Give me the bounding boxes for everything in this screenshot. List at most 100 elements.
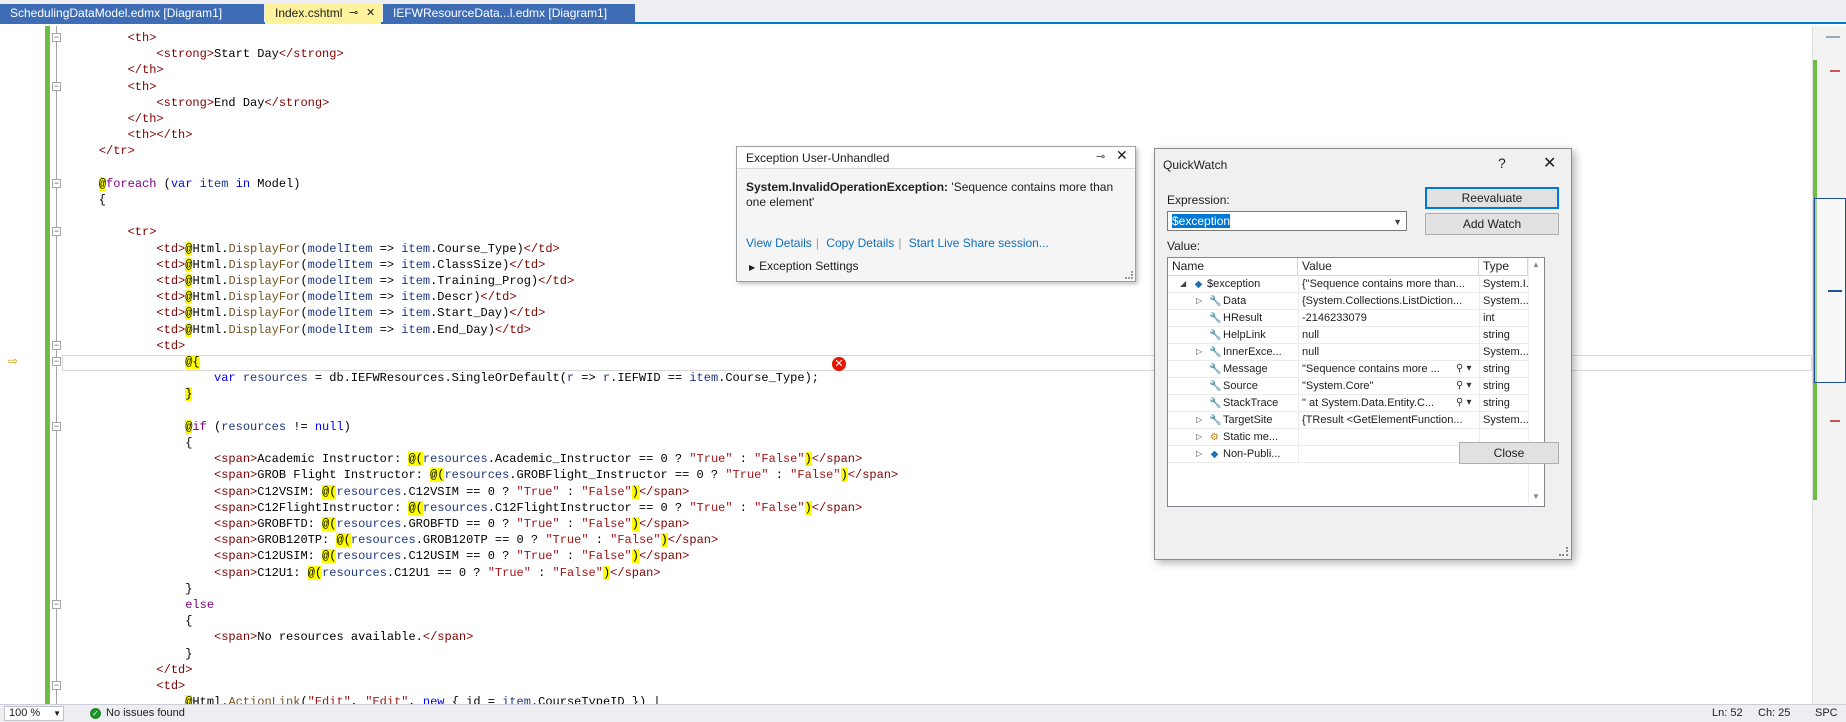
watch-value[interactable]: "System.Core" <box>1302 378 1454 395</box>
code-line[interactable]: else <box>70 597 214 613</box>
code-line[interactable]: } <box>70 646 192 662</box>
code-line[interactable]: } <box>70 386 193 402</box>
watch-value[interactable]: null <box>1302 327 1477 344</box>
code-line[interactable]: <td>@Html.DisplayFor(modelItem => item.S… <box>70 305 545 321</box>
watch-value[interactable]: "Sequence contains more ... <box>1302 361 1454 378</box>
code-line[interactable]: <strong>Start Day</strong> <box>70 46 343 62</box>
code-line[interactable]: <td>@Html.DisplayFor(modelItem => item.D… <box>70 289 517 305</box>
tab-index-cshtml[interactable]: Index.cshtml ⊸ ✕ <box>265 4 381 24</box>
code-line[interactable]: <td>@Html.DisplayFor(modelItem => item.C… <box>70 241 560 257</box>
scroll-down-icon[interactable]: ▼ <box>1532 492 1540 501</box>
reevaluate-button[interactable]: Reevaluate <box>1425 187 1559 209</box>
collapse-icon[interactable]: − <box>52 179 61 188</box>
watch-row[interactable]: 🔧 Source "System.Core" ⚲ ▾ string <box>1168 378 1528 395</box>
issues-status[interactable]: No issues found <box>106 705 185 722</box>
watch-value[interactable]: " at System.Data.Entity.C... <box>1302 395 1454 412</box>
visualizer-icon[interactable]: ⚲ ▾ <box>1456 395 1472 411</box>
close-icon[interactable]: ✕ <box>366 4 375 23</box>
grid-scrollbar[interactable]: ▲ ▼ <box>1528 258 1544 506</box>
collapse-icon[interactable]: − <box>52 681 61 690</box>
collapse-icon[interactable]: − <box>52 82 61 91</box>
watch-value[interactable]: {TResult <GetElementFunction... <box>1302 412 1477 429</box>
column-header-name[interactable]: Name <box>1168 258 1298 276</box>
watch-row[interactable]: ▷ 🔧 TargetSite {TResult <GetElementFunction… <box>1168 412 1528 429</box>
code-line[interactable]: { <box>70 192 106 208</box>
code-line[interactable]: <span>C12USIM: @(resources.C12USIM == 0 … <box>70 548 689 564</box>
expand-triangle-icon[interactable]: ▷ <box>1196 412 1202 428</box>
code-line[interactable]: @if (resources != null) <box>70 419 351 435</box>
watch-value[interactable]: {System.Collections.ListDiction... <box>1302 293 1477 310</box>
watch-value[interactable] <box>1302 429 1477 446</box>
add-watch-button[interactable]: Add Watch <box>1425 213 1559 235</box>
column-number[interactable]: Ch: 25 <box>1758 705 1790 722</box>
watch-value[interactable]: {"Sequence contains more than... <box>1302 276 1477 293</box>
expand-triangle-icon[interactable]: ▷ <box>1196 446 1202 462</box>
code-line[interactable]: <span>GROB Flight Instructor: @(resource… <box>70 467 898 483</box>
watch-row[interactable]: ▷ 🔧 Data {System.Collections.ListDiction...… <box>1168 293 1528 310</box>
collapse-icon[interactable]: − <box>52 600 61 609</box>
code-line[interactable]: </td> <box>70 662 192 678</box>
code-line[interactable]: <span>C12U1: @(resources.C12U1 == 0 ? "T… <box>70 565 661 581</box>
column-header-type[interactable]: Type <box>1479 258 1528 276</box>
code-line[interactable]: { <box>70 435 192 451</box>
view-details-link[interactable]: View Details <box>746 236 812 250</box>
watch-value[interactable]: null <box>1302 344 1477 361</box>
pin-icon[interactable]: ⊸ <box>349 4 358 23</box>
resize-grip-icon[interactable] <box>1559 547 1568 556</box>
code-line[interactable]: @Html.ActionLink("Edit", "Edit", new { i… <box>70 694 661 704</box>
watch-row[interactable]: 🔧 StackTrace " at System.Data.Entity.C... ⚲… <box>1168 395 1528 412</box>
expand-triangle-icon[interactable]: ▷ <box>1196 293 1202 309</box>
code-line[interactable]: <td> <box>70 338 185 354</box>
column-header-value[interactable]: Value <box>1298 258 1479 276</box>
expand-triangle-icon[interactable]: ▷ <box>1196 344 1202 360</box>
expand-triangle-icon[interactable]: ▷ <box>1196 429 1202 445</box>
close-icon[interactable]: ✕ <box>1543 153 1556 172</box>
tab-iefw-resource-data[interactable]: IEFWResourceData...l.edmx [Diagram1] <box>383 4 635 24</box>
code-line[interactable]: <td> <box>70 678 185 694</box>
zoom-dropdown[interactable]: 100 % ▼ <box>4 706 64 721</box>
line-number[interactable]: Ln: 52 <box>1712 705 1743 722</box>
watch-row[interactable]: 🔧 HelpLink null string <box>1168 327 1528 344</box>
code-line[interactable]: <strong>End Day</strong> <box>70 95 329 111</box>
copy-details-link[interactable]: Copy Details <box>826 236 894 250</box>
live-share-link[interactable]: Start Live Share session... <box>909 236 1049 250</box>
code-line[interactable]: <th> <box>70 79 157 95</box>
error-icon[interactable]: ✕ <box>832 357 846 371</box>
code-line[interactable]: <th> <box>70 30 157 46</box>
collapse-icon[interactable]: − <box>52 33 61 42</box>
code-line[interactable]: <span>No resources available.</span> <box>70 629 473 645</box>
code-line[interactable]: <span>GROB120TP: @(resources.GROB120TP =… <box>70 532 718 548</box>
watch-row[interactable]: ▷ 🔧 InnerExce... null System.... <box>1168 344 1528 361</box>
code-line[interactable]: <th></th> <box>70 127 193 143</box>
chevron-down-icon[interactable]: ▼ <box>1393 213 1402 231</box>
code-line[interactable]: <span>C12FlightInstructor: @(resources.C… <box>70 500 862 516</box>
code-line[interactable]: <tr> <box>70 224 157 240</box>
expression-value[interactable]: $exception <box>1172 214 1231 228</box>
code-line[interactable]: </th> <box>70 62 164 78</box>
code-line[interactable]: { <box>70 613 192 629</box>
visualizer-icon[interactable]: ⚲ ▾ <box>1456 378 1472 394</box>
code-line[interactable]: </tr> <box>70 143 135 159</box>
code-line[interactable]: var resources = db.IEFWResources.SingleO… <box>70 370 819 386</box>
close-icon[interactable]: ✕ <box>1116 148 1128 164</box>
code-line[interactable]: <span>Academic Instructor: @(resources.A… <box>70 451 862 467</box>
watch-row[interactable]: 🔧 Message "Sequence contains more ... ⚲ ▾ st… <box>1168 361 1528 378</box>
scroll-up-icon[interactable]: ▲ <box>1532 260 1540 269</box>
watch-value[interactable]: -2146233079 <box>1302 310 1477 327</box>
collapse-icon[interactable]: − <box>52 422 61 431</box>
watch-row[interactable]: ◢ ◆ $exception {"Sequence contains more tha… <box>1168 276 1528 293</box>
code-line[interactable]: <td>@Html.DisplayFor(modelItem => item.E… <box>70 322 531 338</box>
collapse-icon[interactable]: − <box>52 341 61 350</box>
pin-icon[interactable]: ⊸ <box>1096 150 1105 163</box>
watch-grid[interactable]: Name Value Type ◢ ◆ $exception {"Sequence c… <box>1167 257 1545 507</box>
code-line[interactable]: <td>@Html.DisplayFor(modelItem => item.T… <box>70 273 574 289</box>
help-button[interactable]: ? <box>1498 155 1506 171</box>
tab-scheduling-data-model[interactable]: SchedulingDataModel.edmx [Diagram1] <box>0 4 264 24</box>
watch-row[interactable]: 🔧 HResult -2146233079 int <box>1168 310 1528 327</box>
close-button[interactable]: Close <box>1459 442 1559 464</box>
collapse-icon[interactable]: − <box>52 357 61 366</box>
collapse-icon[interactable]: − <box>52 227 61 236</box>
expression-combobox[interactable]: $exception ▼ <box>1167 211 1407 231</box>
watch-value[interactable] <box>1302 446 1477 463</box>
code-line[interactable]: @{ <box>70 354 200 370</box>
